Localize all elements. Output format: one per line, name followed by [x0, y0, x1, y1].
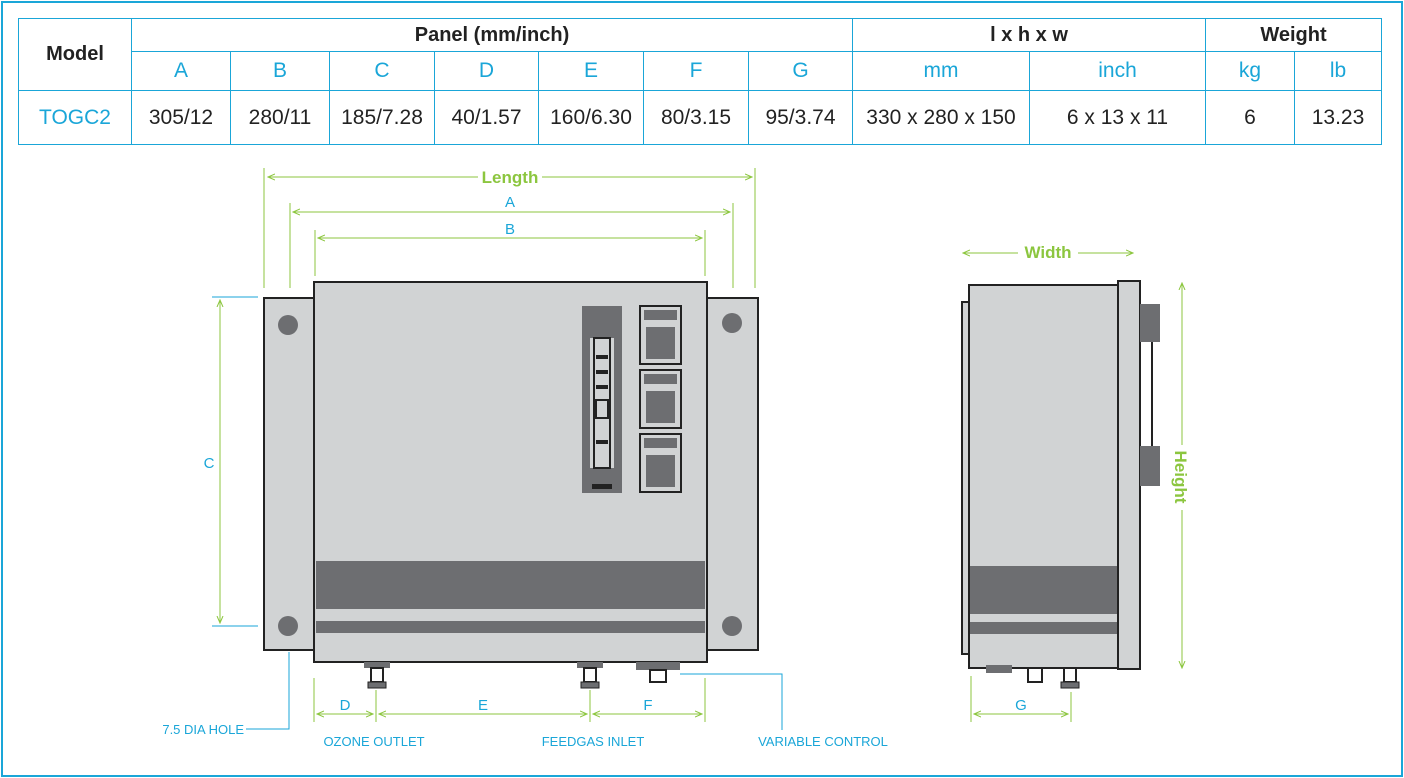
flowmeter-icon	[582, 306, 622, 493]
ozone-outlet-fitting-icon	[364, 662, 390, 689]
hole-callout: 7.5 DIA HOLE	[162, 722, 244, 737]
side-view	[961, 280, 1160, 689]
dim-b-label: B	[505, 221, 515, 238]
mount-hole-icon	[278, 616, 298, 636]
mount-hole-icon	[722, 616, 742, 636]
mount-hole-icon	[278, 315, 298, 335]
side-flowmeter-bottom	[1140, 446, 1160, 486]
front-band	[316, 561, 705, 609]
feedgas-inlet-fitting-icon	[577, 662, 603, 689]
side-band	[970, 566, 1118, 614]
side-stripe	[970, 622, 1118, 634]
dim-a-label: A	[505, 194, 515, 211]
drawing: Length A B C D E F 7.5 DIA HOLE OZONE OU…	[162, 168, 1190, 749]
dim-d-label: D	[340, 697, 351, 714]
height-label: Height	[1171, 451, 1190, 504]
side-fitting-icon	[1027, 667, 1043, 683]
dim-g-label: G	[1015, 697, 1027, 714]
dim-e-label: E	[478, 697, 488, 714]
front-stripe	[316, 621, 705, 633]
side-flowmeter-top	[1140, 304, 1160, 342]
dim-f-label: F	[643, 697, 652, 714]
indicator-module-icon	[639, 369, 682, 429]
ozone-outlet-callout: OZONE OUTLET	[323, 734, 424, 749]
right-mount-flange	[705, 297, 759, 651]
length-label: Length	[482, 168, 539, 187]
width-label: Width	[1024, 243, 1071, 262]
variable-control-callout: VARIABLE CONTROL	[758, 734, 888, 749]
left-mount-flange	[263, 297, 317, 651]
front-view	[263, 281, 759, 689]
dim-c-label: C	[204, 455, 215, 472]
indicator-module-icon	[639, 433, 682, 493]
indicator-module-icon	[639, 305, 682, 365]
feedgas-inlet-callout: FEEDGAS INLET	[542, 734, 645, 749]
side-fitting-icon	[1063, 667, 1077, 683]
mount-hole-icon	[722, 313, 742, 333]
variable-control-knob-icon	[636, 662, 680, 683]
side-front-panel	[1117, 280, 1141, 670]
